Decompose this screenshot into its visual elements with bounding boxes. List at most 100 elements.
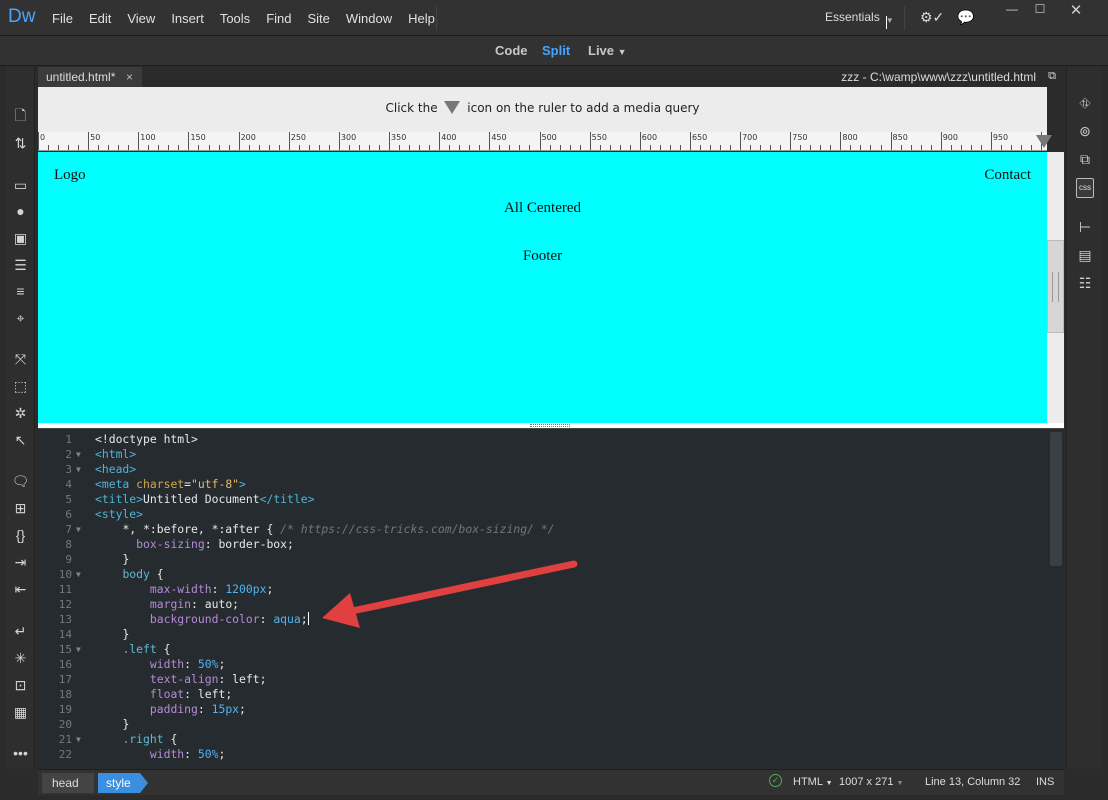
code-line[interactable]: 20 }	[38, 717, 1050, 732]
balance-braces-icon[interactable]: {}	[6, 527, 35, 543]
more-tools-icon[interactable]: •••	[6, 745, 35, 761]
fold-toggle-icon[interactable]: ▼	[76, 522, 81, 537]
document-type-select[interactable]: HTML ▼	[793, 776, 833, 788]
code-line[interactable]: 9 }	[38, 552, 1050, 567]
code-line[interactable]: 16 width: 50%;	[38, 657, 1050, 672]
fold-toggle-icon[interactable]: ▼	[76, 732, 81, 747]
page-footer-text[interactable]: Footer	[38, 248, 1047, 265]
fold-toggle-icon[interactable]: ▼	[76, 447, 81, 462]
ruler-label: 450	[491, 133, 507, 142]
code-line[interactable]: 14 }	[38, 627, 1050, 642]
maximize-icon[interactable]: ☐	[1026, 2, 1054, 16]
code-hint-icon[interactable]: ⊡	[6, 677, 35, 693]
preview-devices-icon[interactable]: ▭	[6, 177, 35, 193]
select-parent-icon[interactable]: ⬚	[6, 378, 35, 394]
code-view-button[interactable]: Code	[495, 43, 528, 58]
code-line[interactable]: 7 ▼ *, *:before, *:after { /* https://css…	[38, 522, 1050, 537]
code-navigator-icon[interactable]: ▣	[6, 230, 35, 246]
word-wrap-icon[interactable]: ↵	[6, 623, 35, 639]
code-line[interactable]: 22 width: 50%;	[38, 747, 1050, 762]
workspace-switcher[interactable]: Essentials ▼	[825, 10, 894, 29]
menu-view[interactable]: View	[119, 11, 163, 26]
split-view-button[interactable]: Split	[542, 43, 570, 58]
preview-browser-icon[interactable]: ●	[6, 203, 35, 219]
page-centered-text[interactable]: All Centered	[38, 200, 1047, 217]
ruler-tick	[238, 132, 240, 150]
css-designer-icon[interactable]: css	[1067, 177, 1103, 198]
grid-icon[interactable]: ▦	[6, 704, 35, 720]
close-icon[interactable]: ×	[126, 67, 133, 87]
comment-icon[interactable]: 🗨	[6, 473, 35, 489]
code-line[interactable]: 17 text-align: left;	[38, 672, 1050, 687]
window-size-select[interactable]: 1007 x 271 ▼	[839, 776, 903, 788]
sync-settings-icon[interactable]: ⚙✓	[920, 9, 944, 26]
document-tab[interactable]: untitled.html* ×	[38, 67, 142, 87]
restore-window-icon[interactable]: ⧉	[1048, 70, 1056, 83]
feedback-icon[interactable]: 💬	[957, 9, 974, 26]
assets-panel-icon[interactable]: ▤	[1067, 247, 1103, 263]
indent-icon[interactable]: ⇥	[6, 554, 35, 570]
pointer-icon[interactable]: ↖	[6, 432, 35, 448]
collapse-icon[interactable]: ✲	[6, 405, 35, 421]
open-document-icon[interactable]: 🗋	[6, 107, 35, 123]
fold-toggle-icon[interactable]: ▼	[76, 642, 81, 657]
format-source-icon[interactable]: ≡	[6, 283, 35, 299]
menu-tools[interactable]: Tools	[212, 11, 258, 26]
expand-icon[interactable]: ⤧	[6, 351, 35, 367]
media-query-handle-icon[interactable]	[1036, 135, 1052, 148]
menu-file[interactable]: File	[44, 11, 81, 26]
code-line[interactable]: 2 ▼ <html>	[38, 447, 1050, 462]
code-line[interactable]: 3 ▼ <head>	[38, 462, 1050, 477]
close-window-icon[interactable]: ✕	[1062, 1, 1090, 19]
code-line[interactable]: 4 <meta charset="utf-8">	[38, 477, 1050, 492]
wrap-tag-icon[interactable]: ⊞	[6, 500, 35, 516]
code-scrollbar-thumb[interactable]	[1050, 432, 1062, 566]
design-view[interactable]: Logo Contact All Centered Footer	[38, 152, 1047, 423]
code-line[interactable]: 15 ▼ .left {	[38, 642, 1050, 657]
fold-toggle-icon[interactable]: ▼	[76, 567, 81, 582]
code-line[interactable]: 5 <title>Untitled Document</title>	[38, 492, 1050, 507]
snippets-panel-icon[interactable]: ☷	[1067, 275, 1103, 291]
cc-libraries-icon[interactable]: ⊚	[1067, 123, 1103, 139]
page-logo-text[interactable]: Logo	[54, 167, 86, 184]
menu-insert[interactable]: Insert	[163, 11, 212, 26]
tag-selector-style[interactable]: style	[98, 773, 148, 793]
code-line[interactable]: 1 <!doctype html>	[38, 432, 1050, 447]
ruler-tick	[980, 145, 982, 150]
code-line[interactable]: 21 ▼ .right {	[38, 732, 1050, 747]
files-panel-icon[interactable]: ⛗	[1067, 95, 1103, 111]
menu-edit[interactable]: Edit	[81, 11, 119, 26]
menu-find[interactable]: Find	[258, 11, 299, 26]
insert-panel-icon[interactable]: ⧉	[1067, 151, 1103, 167]
ruler-tick	[840, 132, 842, 150]
view-bar: Code Split Live ▼	[0, 36, 1108, 66]
menu-site[interactable]: Site	[299, 11, 337, 26]
code-line[interactable]: 11 max-width: 1200px;	[38, 582, 1050, 597]
live-code-icon[interactable]: ☰	[6, 257, 35, 273]
code-line[interactable]: 13 background-color: aqua;	[38, 612, 1050, 627]
insert-mode[interactable]: INS	[1036, 776, 1054, 788]
validation-ok-icon[interactable]: ✓	[769, 774, 782, 787]
code-line[interactable]: 10 ▼ body {	[38, 567, 1050, 582]
minimize-icon[interactable]: —	[998, 2, 1026, 16]
page-contact-text[interactable]: Contact	[984, 167, 1031, 184]
code-line[interactable]: 12 margin: auto;	[38, 597, 1050, 612]
ruler[interactable]: 0 50 100 150 200 250 300 350 400 450 500 550 600 650 7…	[38, 132, 1047, 151]
code-line[interactable]: 8 box-sizing: border-box;	[38, 537, 1050, 552]
menu-window[interactable]: Window	[338, 11, 400, 26]
code-line[interactable]: 19 padding: 15px;	[38, 702, 1050, 717]
splitter-grip-icon[interactable]	[530, 424, 570, 427]
ruler-tick	[208, 145, 210, 150]
fold-toggle-icon[interactable]: ▼	[76, 462, 81, 477]
file-management-icon[interactable]: ⇅	[6, 135, 35, 151]
snippets-icon[interactable]: ✳	[6, 650, 35, 666]
tag-selector-head[interactable]: head	[42, 773, 94, 793]
live-view-button[interactable]: Live ▼	[588, 43, 627, 58]
code-view[interactable]: 1 <!doctype html> 2 ▼ <html> 3 ▼ <head> 4 <meta c…	[38, 429, 1064, 768]
code-source: }	[122, 717, 130, 731]
code-line[interactable]: 18 float: left;	[38, 687, 1050, 702]
dom-panel-icon[interactable]: ⊢	[1067, 219, 1103, 235]
outdent-icon[interactable]: ⇤	[6, 581, 35, 597]
inspect-icon[interactable]: ⌖	[6, 310, 35, 326]
code-line[interactable]: 6 <style>	[38, 507, 1050, 522]
